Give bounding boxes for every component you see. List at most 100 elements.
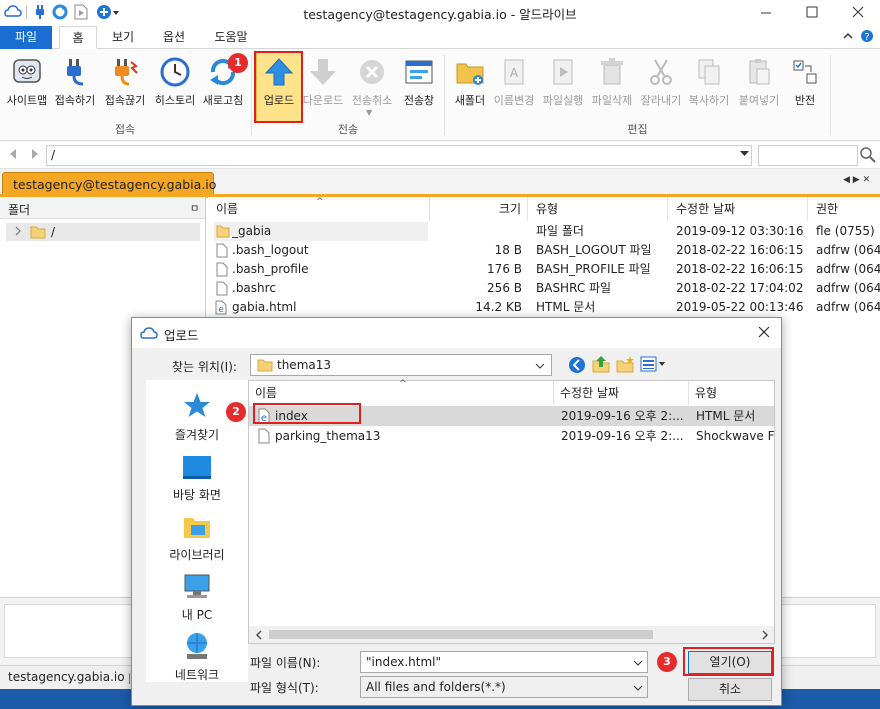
tab-view[interactable]: 보기 — [104, 26, 142, 49]
place-this-pc[interactable]: 내 PC — [146, 570, 248, 623]
col-size[interactable]: 크기 — [430, 197, 528, 221]
cancel-button[interactable]: 취소 — [688, 678, 772, 701]
filetype-select[interactable]: All files and folders(*.*) — [360, 676, 648, 698]
disconnect-button[interactable]: 접속끊기 — [101, 56, 149, 108]
tab-scroll-icons[interactable]: ◀ ▶ ✕ — [843, 175, 870, 185]
forward-icon[interactable] — [30, 148, 40, 160]
table-row[interactable]: e gabia.html 14.2 KB HTML 문서 2019-05-22 … — [208, 298, 880, 317]
look-in-select[interactable]: thema13 — [250, 354, 552, 376]
file-date: 2018-02-22 17:04:02 — [676, 281, 804, 295]
desktop-icon — [181, 450, 213, 482]
dlg-col-type[interactable]: 유형 — [689, 381, 774, 405]
cancel-transfer-button[interactable]: 전송취소 — [348, 56, 396, 108]
collapse-ribbon-icon[interactable] — [842, 30, 854, 42]
file-perm: adfrw (064 — [816, 262, 880, 276]
history-button[interactable]: 히스토리 — [152, 56, 198, 108]
place-label: 바탕 화면 — [173, 488, 221, 502]
table-row[interactable]: .bash_logout 18 B BASH_LOGOUT 파일 2018-02… — [208, 241, 880, 260]
filename-value: "index.html" — [366, 655, 442, 669]
group-connect: 접속 — [114, 123, 136, 136]
table-row[interactable]: .bash_profile 176 B BASH_PROFILE 파일 2018… — [208, 260, 880, 279]
col-perm[interactable]: 권한 — [808, 197, 880, 221]
filename-input[interactable]: "index.html" — [360, 651, 648, 673]
history-label: 히스토리 — [154, 94, 196, 107]
scroll-right-icon[interactable] — [761, 630, 769, 640]
cut-button[interactable]: 잘라내기 — [637, 56, 685, 108]
list-item[interactable]: parking_thema13 2019-09-16 오후 2:... Shoc… — [249, 426, 774, 446]
connect-button[interactable]: 접속하기 — [52, 56, 98, 108]
back-icon[interactable] — [8, 148, 18, 160]
place-label: 즐겨찾기 — [174, 428, 220, 442]
file-icon — [257, 428, 271, 444]
col-type[interactable]: 유형 — [528, 197, 668, 221]
new-folder-icon[interactable] — [616, 355, 634, 373]
dlg-col-date[interactable]: 수정한 날짜 — [554, 381, 689, 405]
tab-options[interactable]: 옵션 — [155, 26, 193, 49]
table-row[interactable]: .bashrc 256 B BASHRC 파일 2018-02-22 17:04… — [208, 279, 880, 298]
search-input[interactable] — [758, 145, 858, 166]
dialog-close-icon[interactable] — [758, 326, 770, 338]
folder-tree-root[interactable]: / — [6, 223, 200, 241]
new-folder-button[interactable]: 새폴더 — [448, 56, 492, 108]
filename-label: 파일 이름(N): — [250, 656, 321, 670]
invert-label: 반전 — [794, 94, 816, 107]
rename-icon: A — [498, 56, 530, 88]
status-host: testagency.gabia.io — [8, 670, 125, 684]
maximize-button[interactable] — [800, 3, 824, 21]
path-dropdown-icon[interactable] — [740, 151, 749, 157]
invert-button[interactable]: 반전 — [784, 56, 826, 108]
svg-text:?: ? — [864, 32, 869, 43]
col-date[interactable]: 수정한 날짜 — [668, 197, 808, 221]
view-menu-icon[interactable] — [640, 356, 666, 372]
file-name: _gabia — [232, 224, 272, 238]
dlg-file-date: 2019-09-16 오후 2:... — [561, 429, 684, 443]
tab-help[interactable]: 도움말 — [205, 26, 257, 49]
place-network[interactable]: 네트워크 — [146, 630, 248, 683]
title-bar: testagency@testagency.gabia.io - 알드라이브 — [0, 0, 880, 24]
horizontal-scrollbar[interactable] — [249, 626, 774, 643]
scroll-left-icon[interactable] — [255, 630, 263, 640]
copy-button[interactable]: 복사하기 — [685, 56, 733, 108]
place-desktop[interactable]: 바탕 화면 — [146, 450, 248, 503]
download-arrow-icon — [307, 56, 339, 88]
rename-button[interactable]: A 이름변경 — [491, 56, 537, 108]
trash-icon — [596, 56, 628, 88]
delete-file-button[interactable]: 파일삭제 — [588, 56, 636, 108]
minimize-button[interactable] — [754, 3, 778, 21]
sitemap-button[interactable]: 사이트맵 — [4, 56, 50, 108]
dlg-file-date: 2019-09-16 오후 2:... — [561, 409, 684, 423]
invert-selection-icon — [789, 56, 821, 88]
file-icon — [216, 281, 228, 296]
transfer-window-button[interactable]: 전송창 — [396, 56, 442, 108]
help-icon[interactable]: ? — [860, 29, 874, 43]
delete-file-label: 파일삭제 — [591, 94, 633, 107]
expand-icon[interactable] — [14, 226, 22, 236]
file-size: 176 B — [487, 262, 522, 276]
file-name: gabia.html — [232, 300, 297, 314]
scroll-thumb[interactable] — [269, 630, 653, 639]
clock-icon — [159, 56, 191, 88]
run-file-button[interactable]: 파일실행 — [539, 56, 587, 108]
file-name: .bash_profile — [232, 262, 309, 276]
tab-home[interactable]: 홈 — [59, 26, 97, 49]
path-input[interactable]: / — [46, 145, 752, 166]
window-title: testagency@testagency.gabia.io - 알드라이브 — [303, 7, 577, 22]
folder-icon — [30, 224, 46, 239]
run-file-icon — [547, 56, 579, 88]
up-folder-icon[interactable] — [592, 355, 610, 373]
dialog-title-bar: 업로드 — [132, 318, 781, 348]
place-label: 내 PC — [181, 608, 213, 622]
back-nav-icon[interactable] — [568, 356, 586, 374]
close-button[interactable] — [846, 3, 870, 21]
sitemap-label: 사이트맵 — [6, 94, 48, 107]
paste-button[interactable]: 붙여넣기 — [735, 56, 783, 108]
search-icon[interactable] — [860, 147, 876, 163]
session-tab-bar: testagency@testagency.gabia.io ◀ ▶ ✕ — [0, 169, 880, 198]
download-button[interactable]: 다운로드 — [300, 56, 346, 108]
tab-file[interactable]: 파일 — [0, 26, 52, 49]
place-label: 라이브러리 — [169, 548, 225, 562]
table-row[interactable]: _gabia 파일 폴더 2019-09-12 03:30:16 fle (07… — [208, 222, 880, 241]
file-type: HTML 문서 — [536, 300, 596, 314]
pin-icon[interactable]: ㅁ — [190, 200, 199, 215]
place-libraries[interactable]: 라이브러리 — [146, 510, 248, 563]
